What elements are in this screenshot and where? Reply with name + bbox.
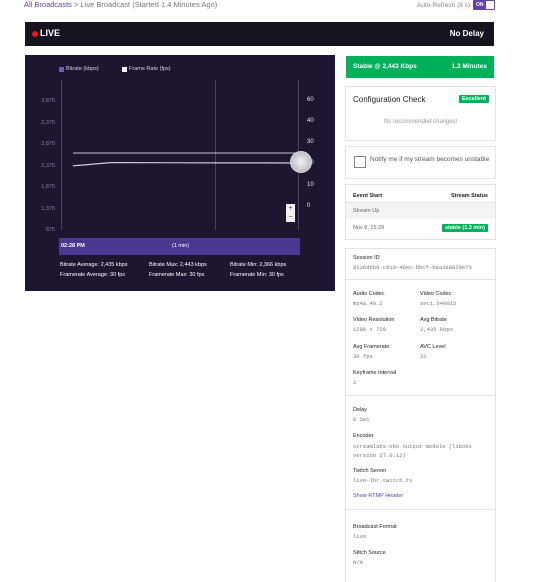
live-status-bar: LIVE No Delay (25, 22, 494, 46)
toggle-on-label: ON (476, 2, 484, 8)
avc-level-value: 31 (420, 353, 427, 360)
breadcrumb-all-broadcasts-link[interactable]: All Broadcasts (24, 0, 72, 9)
configuration-check-title: Configuration Check (353, 95, 426, 104)
bitrate-series-line (72, 161, 299, 167)
avg-bitrate-label: Avg Bitrate (420, 317, 447, 323)
broadcast-format-label: Broadcast Format (353, 524, 397, 530)
video-resolution-value: 1280 x 720 (353, 326, 387, 333)
encoder-label: Encoder (353, 433, 374, 439)
event-start-header: Event Start (353, 193, 383, 199)
zoom-in-button[interactable]: + (286, 204, 295, 213)
stat-framerate-max: Framerate Max: 30 fps (149, 272, 205, 278)
notify-unstable-label[interactable]: Notify me if my stream becomes unstable (370, 156, 490, 164)
notify-unstable-card: Notify me if my stream becomes unstable (345, 146, 496, 179)
breadcrumb: All Broadcasts > Live Broadcast (Started… (24, 0, 217, 9)
video-codec-label: Video Codec (420, 291, 452, 297)
stat-bitrate-average: Bitrate Average: 2,435 kbps (60, 262, 128, 268)
toggle-knob (486, 1, 494, 9)
twitch-server-label: Twitch Server (353, 468, 387, 474)
show-rtmp-header-link[interactable]: Show RTMP Header (353, 493, 403, 499)
configuration-excellent-badge: Excellent (458, 95, 489, 103)
video-codec-value: avc1.640015 (420, 300, 457, 307)
chart-plot-area (72, 152, 299, 167)
video-resolution-label: Video Resolution (353, 317, 395, 323)
chart-timeline-scrubber[interactable]: 02:28 PM (1 min) (59, 238, 300, 255)
audio-codec-value: mp4a.40.2 (353, 300, 383, 307)
avc-level-label: AVC Level (420, 344, 446, 350)
broadcast-format-value: live (353, 533, 367, 540)
delay-label: No Delay (449, 29, 484, 38)
notify-unstable-checkbox[interactable] (354, 156, 366, 168)
zoom-out-button[interactable]: − (286, 213, 295, 222)
keyframe-interval-value: 2 (353, 379, 357, 386)
auto-refresh-label: Auto-Refresh (8 s) (417, 2, 471, 9)
stitch-source-label: Stitch Source (353, 550, 386, 556)
event-row-stream-up: Stream Up (346, 203, 495, 219)
live-dot-icon (32, 31, 38, 37)
stream-status-header: Stream Status (451, 193, 488, 199)
status-duration-label: 1.3 Minutes (451, 63, 487, 70)
audio-codec-label: Audio Codec (353, 291, 385, 297)
encoder-value: streamlabs-obs output module (libobs ver… (353, 443, 472, 459)
stream-status-banner: Stable @ 2,443 Kbps 1.3 Minutes (346, 56, 494, 78)
event-date: Nov 8, 15:29 (353, 225, 385, 231)
divider (346, 509, 495, 510)
breadcrumb-current: Live Broadcast (Started 1.4 Minutes Ago) (80, 0, 218, 9)
timeline-start-time: 02:28 PM (61, 243, 85, 249)
avg-framerate-value: 30 fps (353, 353, 373, 360)
avg-framerate-label: Avg Framerate (353, 344, 390, 350)
divider (346, 395, 495, 396)
keyframe-interval-label: Keyframe Interval (353, 370, 397, 376)
stat-bitrate-min: Bitrate Min: 2,366 kbps (230, 262, 287, 268)
session-details-card: Session ID 8136d6b8-c919-40ec-bbcf-baa3a… (345, 248, 496, 582)
configuration-check-card: Configuration Check Excellent No recomme… (345, 86, 496, 141)
stream-health-chart: Bitrate (kbps) Frame Rate (fps) 3,875 3,3… (25, 55, 335, 291)
twitch-server-value: live-lhr.twitch.tv (353, 477, 413, 484)
configuration-message: No recommended changes! (383, 119, 458, 125)
stream-stable-badge: stable (1.3 min) (441, 224, 488, 232)
session-id-value: 8136d6b8-c919-40ec-bbcf-baa3a8829e73 (353, 264, 472, 271)
breadcrumb-separator: > (71, 0, 81, 9)
delay-value: 0 Sec (353, 416, 370, 423)
delay-label: Delay (353, 407, 368, 413)
live-label: LIVE (40, 28, 61, 38)
auto-refresh-toggle[interactable]: ON (473, 0, 495, 10)
avg-bitrate-value: 2,435 kbps (420, 326, 454, 333)
divider (346, 279, 495, 280)
stat-bitrate-max: Bitrate Max: 2,443 kbps (149, 262, 207, 268)
event-table-card: Event Start Stream Status Stream Up Nov … (345, 184, 496, 240)
stitch-source-value: N/A (353, 559, 363, 566)
stat-framerate-average: Framerate Average: 30 fps (60, 272, 126, 278)
event-name: Stream Up (353, 208, 380, 214)
mouse-cursor-highlight (290, 151, 312, 173)
session-id-label: Session ID (353, 255, 380, 261)
timeline-span: (1 min) (172, 243, 190, 249)
status-bitrate-label: Stable @ 2,443 Kbps (353, 63, 417, 70)
stat-framerate-min: Framerate Min: 30 fps (230, 272, 284, 278)
